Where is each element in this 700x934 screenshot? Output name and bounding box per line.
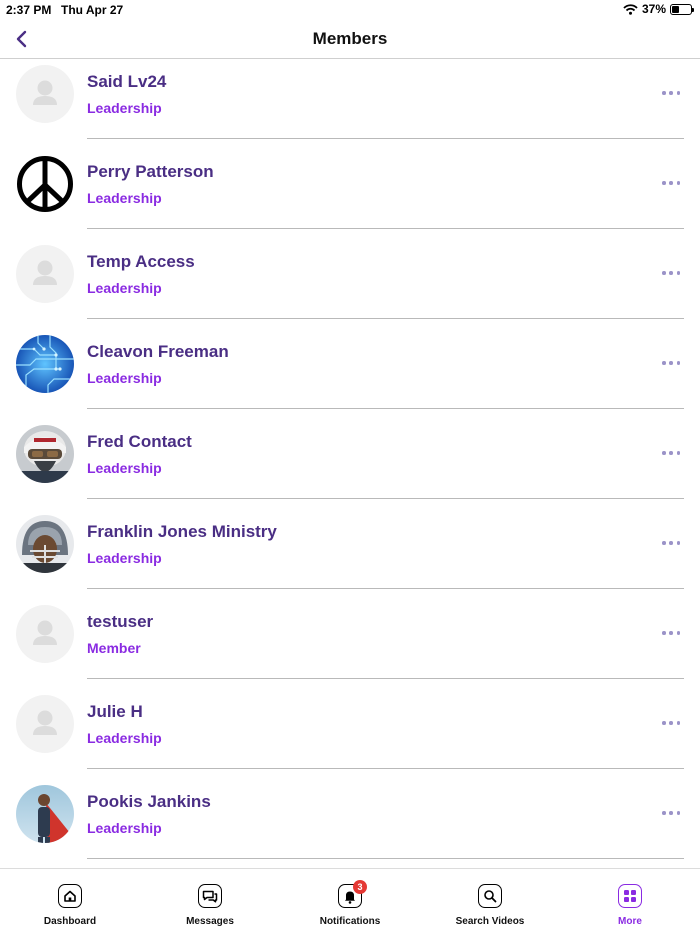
status-bar: 2:37 PM Thu Apr 27 37% [0,0,700,20]
page-title: Members [312,29,388,48]
status-right: 37% [623,2,694,16]
tab-more[interactable]: More [560,869,700,934]
member-name: Fred Contact [87,432,192,451]
ellipsis-icon [662,91,666,95]
member-row[interactable]: Cleavon Freeman Leadership [0,319,700,409]
member-role: Member [87,640,141,656]
member-avatar [16,65,74,123]
ellipsis-icon [662,271,666,275]
member-row[interactable]: Perry Patterson Leadership [0,139,700,229]
tab-notifications[interactable]: Notifications 3 [280,869,420,934]
tab-label: Dashboard [43,916,97,927]
more-options-button[interactable] [662,357,680,369]
chat-icon [198,884,222,908]
member-role: Leadership [87,730,162,746]
search-icon [478,884,502,908]
battery-icon [670,3,694,15]
notification-badge: 3 [353,880,367,894]
more-options-button[interactable] [662,807,680,819]
member-name: Cleavon Freeman [87,342,229,361]
tab-search-videos[interactable]: Search Videos [420,869,560,934]
nav-bar: Members [0,20,700,59]
more-options-button[interactable] [662,267,680,279]
member-name: Said Lv24 [87,72,167,91]
member-row[interactable]: Temp Access Leadership [0,229,700,319]
ellipsis-icon [662,541,666,545]
member-name: Julie H [87,702,143,721]
member-role: Leadership [87,460,162,476]
member-list[interactable]: Said Lv24 Leadership Perry Patterson Leade… [0,59,700,868]
member-avatar [16,245,74,303]
more-options-button[interactable] [662,627,680,639]
member-name: Pookis Jankins [87,792,211,811]
member-name: Perry Patterson [87,162,214,181]
tab-label: More [618,916,642,927]
member-name: Franklin Jones Ministry [87,522,277,541]
tab-bar: Dashboard Messages Notifications 3 Search Vi… [0,868,700,934]
row-divider [87,858,684,859]
tab-label: Messages [186,916,234,927]
wifi-icon [623,3,638,15]
member-row[interactable]: Franklin Jones Ministry Leadership [0,499,700,589]
member-avatar [16,785,74,843]
battery-fill [672,5,679,13]
ellipsis-icon [662,181,666,185]
member-role: Leadership [87,550,162,566]
more-options-button[interactable] [662,537,680,549]
tab-dashboard[interactable]: Dashboard [0,869,140,934]
member-row[interactable]: Fred Contact Leadership [0,409,700,499]
member-row[interactable]: testuser Member [0,589,700,679]
status-date: Thu Apr 27 [61,3,124,17]
home-icon [58,884,82,908]
ellipsis-icon [662,811,666,815]
member-avatar [16,695,74,753]
member-row[interactable]: Pookis Jankins Leadership [0,769,700,859]
member-role: Leadership [87,100,162,116]
member-role: Leadership [87,370,162,386]
ellipsis-icon [662,451,666,455]
more-options-button[interactable] [662,447,680,459]
member-role: Leadership [87,820,162,836]
member-role: Leadership [87,280,162,296]
ellipsis-icon [662,361,666,365]
more-options-button[interactable] [662,87,680,99]
ellipsis-icon [662,721,666,725]
member-role: Leadership [87,190,162,206]
ellipsis-icon [662,631,666,635]
member-avatar [16,335,74,393]
member-name: testuser [87,612,154,631]
tab-label: Notifications [319,916,381,927]
member-avatar [16,605,74,663]
grid-icon [618,884,642,908]
member-avatar [16,515,74,573]
member-avatar [16,155,74,213]
tab-messages[interactable]: Messages [140,869,280,934]
more-options-button[interactable] [662,717,680,729]
member-avatar [16,425,74,483]
member-row[interactable]: Julie H Leadership [0,679,700,769]
member-row[interactable]: Said Lv24 Leadership [0,59,700,139]
more-options-button[interactable] [662,177,680,189]
tab-label: Search Videos [455,916,525,927]
battery-percent: 37% [641,2,666,16]
member-name: Temp Access [87,252,195,271]
status-time: 2:37 PM [6,3,52,17]
